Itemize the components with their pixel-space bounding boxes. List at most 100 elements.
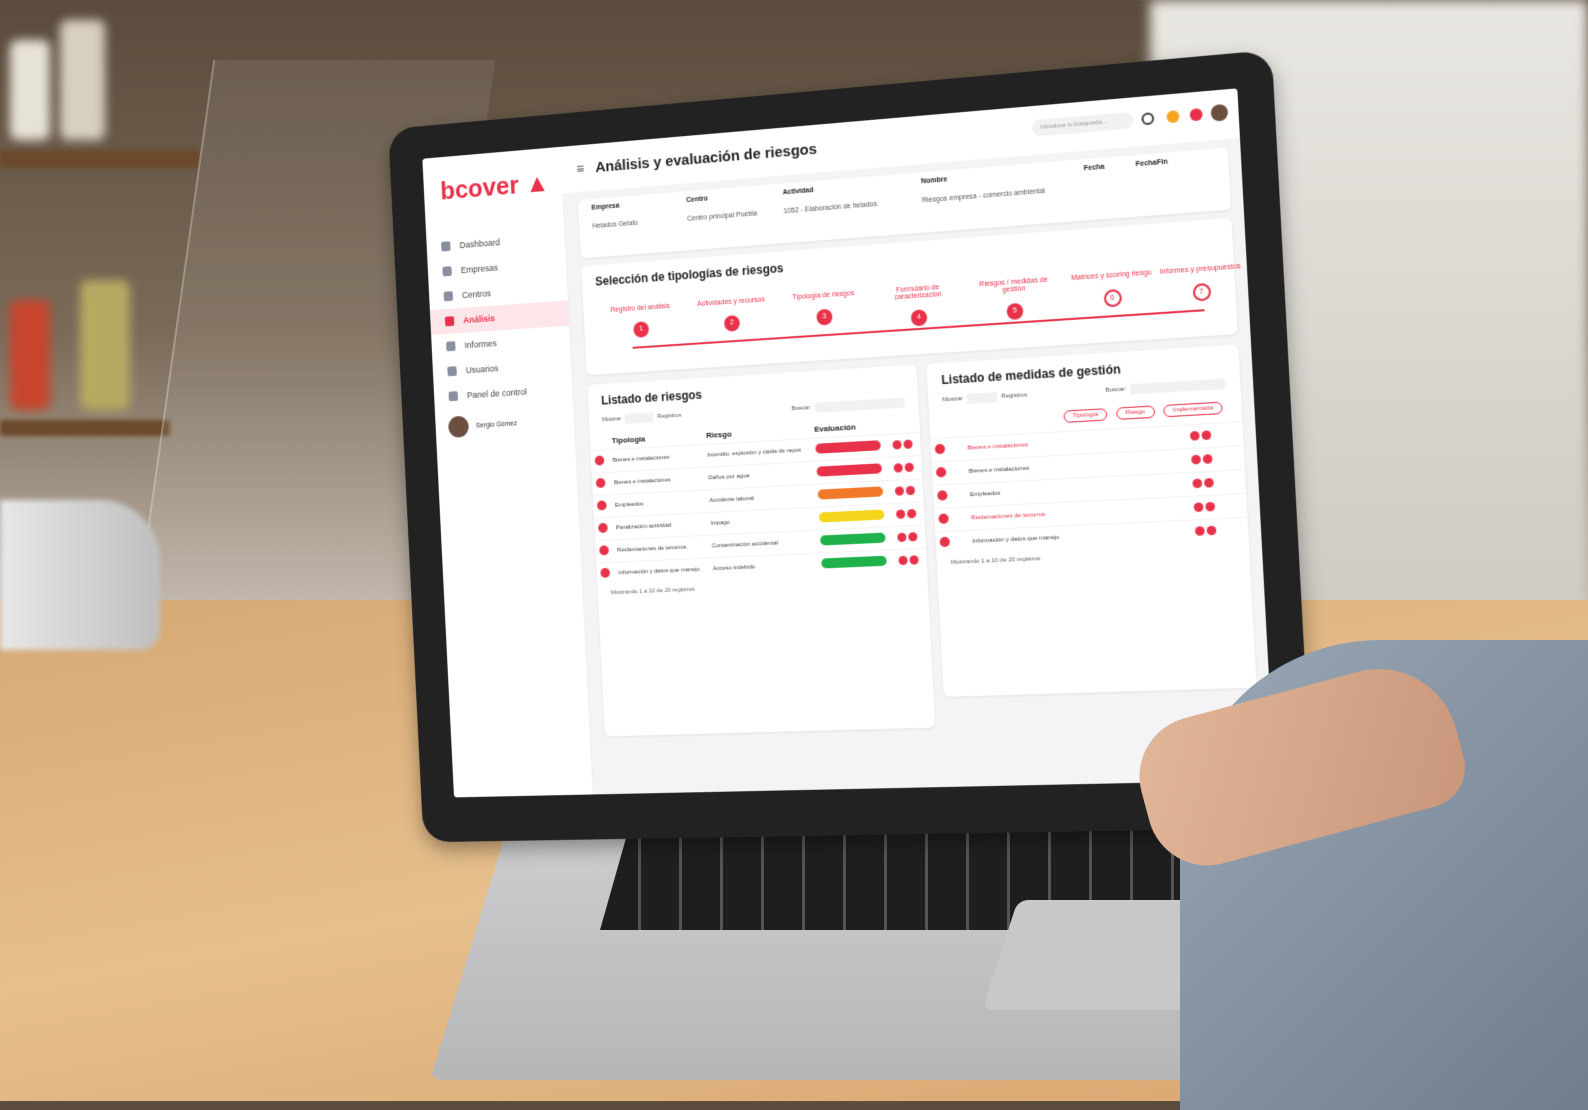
cup	[0, 500, 160, 650]
sidebar-item-label: Dashboard	[459, 237, 500, 250]
delete-icon[interactable]	[905, 462, 914, 472]
risks-table: Tipología Riesgo Evaluación Bienes e ins…	[590, 415, 927, 585]
show-label: Mostrar	[602, 416, 621, 423]
delete-icon[interactable]	[1207, 525, 1217, 535]
search-input[interactable]: Introduce tu búsqueda...	[1032, 112, 1134, 137]
users-icon	[447, 366, 457, 376]
bottle	[10, 40, 50, 140]
sidebar: bcover ▲ Dashboard Empresas Centros Anál…	[422, 147, 593, 798]
sidebar-item-label: Análisis	[463, 313, 495, 325]
table-cell: Helados Gelato	[592, 216, 687, 230]
delete-icon[interactable]	[1203, 454, 1213, 464]
step-label: Riesgos / medidas de gestión	[973, 276, 1055, 296]
column-header: Centro	[686, 189, 783, 204]
avatar	[448, 416, 469, 438]
warning-icon	[597, 500, 607, 510]
search-label: Buscar:	[1105, 386, 1126, 393]
step-5[interactable]: Riesgos / medidas de gestión 5	[973, 276, 1057, 322]
step-dot: 4	[911, 309, 928, 326]
column-header: Fecha	[1083, 161, 1135, 172]
sidebar-item-label: Usuarios	[466, 363, 499, 375]
hamburger-menu-icon[interactable]: ≡	[576, 160, 584, 176]
step-2[interactable]: Actividades y recursos 2	[692, 296, 771, 334]
step-dot: 7	[1192, 283, 1211, 302]
shelf	[0, 420, 170, 436]
step-4[interactable]: Formulario de caracterización 4	[877, 283, 959, 329]
bottle	[80, 280, 130, 410]
sidebar-item-label: Informes	[464, 338, 497, 350]
delete-icon[interactable]	[1205, 501, 1215, 511]
mail-icon[interactable]	[1189, 108, 1202, 121]
delete-icon[interactable]	[1204, 477, 1214, 487]
step-3[interactable]: Tipología de riesgos 3	[784, 289, 864, 327]
step-6[interactable]: Matrices y scoring riesgo 6	[1070, 269, 1155, 310]
delete-icon[interactable]	[1201, 430, 1211, 440]
risks-search-input[interactable]	[815, 398, 905, 413]
edit-icon[interactable]	[897, 532, 906, 541]
page-size-select[interactable]	[625, 412, 654, 423]
edit-icon[interactable]	[894, 463, 903, 473]
filter-implementada-button[interactable]: Implementada	[1163, 402, 1223, 418]
filter-tipologia-button[interactable]: Tipología	[1063, 408, 1108, 423]
records-label: Registros	[1001, 392, 1027, 400]
edit-icon[interactable]	[1191, 454, 1201, 464]
step-label: Actividades y recursos	[692, 296, 770, 308]
warning-icon	[940, 537, 951, 548]
avatar[interactable]	[1210, 104, 1228, 122]
edit-icon[interactable]	[1192, 478, 1202, 488]
edit-icon[interactable]	[896, 509, 905, 518]
shelf	[0, 150, 200, 168]
document-icon	[446, 341, 456, 351]
step-dot: 3	[816, 309, 833, 326]
page-size-select[interactable]	[967, 392, 998, 404]
table-cell: Centro principal Puebla	[687, 208, 784, 222]
logo[interactable]: bcover ▲	[440, 167, 551, 212]
step-dot: 1	[633, 321, 649, 338]
step-label: Formulario de caracterización	[877, 283, 958, 303]
bottle	[10, 300, 50, 410]
edit-icon[interactable]	[892, 440, 901, 450]
edit-icon[interactable]	[1190, 430, 1200, 440]
evaluation-bar	[820, 533, 886, 546]
notification-icon[interactable]	[1166, 110, 1179, 123]
edit-icon[interactable]	[898, 555, 907, 564]
delete-icon[interactable]	[908, 532, 917, 541]
search-icon[interactable]	[1141, 112, 1154, 125]
step-7[interactable]: Informes y presupuestos 7	[1158, 263, 1244, 304]
warning-icon	[595, 455, 605, 465]
step-1[interactable]: Registro del análisis 1	[602, 302, 679, 339]
measures-search-input[interactable]	[1131, 379, 1226, 395]
table-cell: 1052 - Elaboración de helados	[784, 197, 923, 215]
chart-icon	[445, 316, 455, 326]
bottle	[60, 20, 105, 140]
step-label: Informes y presupuestos	[1158, 263, 1243, 276]
delete-icon[interactable]	[906, 485, 915, 495]
warning-icon	[599, 545, 609, 555]
step-dot: 2	[724, 315, 740, 332]
warning-icon	[937, 490, 948, 501]
evaluation-bar	[821, 556, 887, 569]
page-title: Análisis y evaluación de riesgos	[595, 140, 817, 175]
evaluation-bar	[816, 463, 882, 476]
edit-icon[interactable]	[1195, 526, 1205, 536]
building-icon	[442, 266, 452, 276]
evaluation-bar	[817, 486, 883, 499]
user-profile[interactable]: Sergio Gómez	[448, 413, 518, 438]
step-label: Registro del análisis	[602, 302, 678, 314]
filter-riesgo-button[interactable]: Riesgo	[1116, 405, 1155, 419]
show-label: Mostrar	[942, 396, 963, 403]
edit-icon[interactable]	[895, 486, 904, 495]
measures-table: Bienes e instalaciones Bienes e instalac…	[930, 421, 1248, 554]
edit-icon[interactable]	[1194, 502, 1204, 512]
column-header: FechaFin	[1135, 157, 1188, 168]
warning-icon	[600, 568, 610, 578]
sidebar-nav: Dashboard Empresas Centros Análisis Info…	[426, 225, 573, 410]
measures-card: Listado de medidas de gestión Mostrar Re…	[926, 344, 1256, 696]
step-dot: 6	[1103, 289, 1122, 308]
delete-icon[interactable]	[909, 555, 918, 564]
delete-icon[interactable]	[903, 439, 912, 449]
delete-icon[interactable]	[907, 508, 916, 517]
factory-icon	[444, 291, 454, 301]
column-header: Empresa	[591, 197, 686, 211]
warning-icon	[596, 478, 606, 488]
